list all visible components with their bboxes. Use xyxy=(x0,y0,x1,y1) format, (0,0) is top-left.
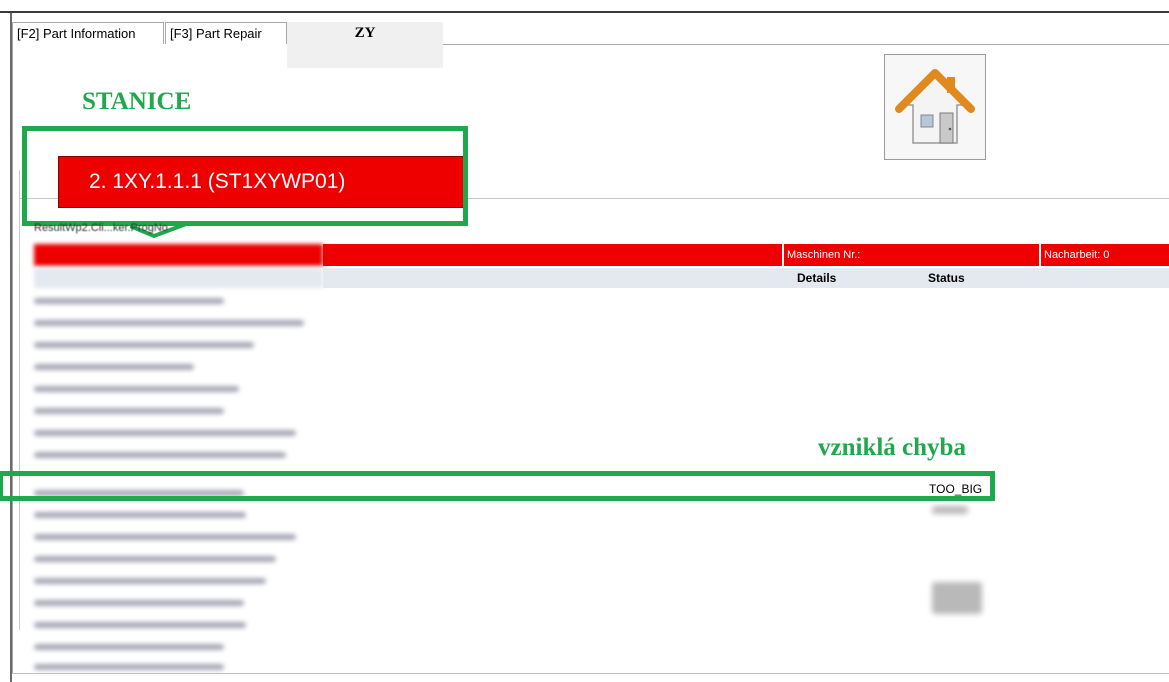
blurred-name-header xyxy=(34,268,323,288)
status-column-header[interactable]: Status xyxy=(925,268,1169,288)
list-item xyxy=(34,640,224,654)
list-item xyxy=(34,338,254,352)
list-item xyxy=(34,404,224,418)
list-item xyxy=(34,552,276,566)
machine-number-label: Maschinen Nr.: xyxy=(783,244,1039,266)
list-item xyxy=(34,618,246,632)
error-status-value: TOO_BIG xyxy=(929,482,983,496)
rework-count-label: Nacharbeit: 0 xyxy=(1040,244,1169,266)
station-highlight-box xyxy=(22,126,468,226)
list-item xyxy=(34,382,239,396)
blurred-status-value xyxy=(932,506,968,514)
details-column-header[interactable]: Details xyxy=(793,268,925,288)
list-item xyxy=(34,360,194,374)
error-annotation-label: vzniklá chyba xyxy=(818,434,966,461)
list-item xyxy=(34,660,224,674)
header-spacer xyxy=(323,268,793,288)
list-item xyxy=(34,508,246,522)
panel-bottom-border xyxy=(12,673,1169,674)
info-bar-spacer xyxy=(323,244,782,266)
result-label: ResultWp2.Cli...ker.ProgNo xyxy=(34,222,168,234)
window-top-border xyxy=(0,11,1169,13)
station-annotation-label: STANICE xyxy=(82,88,192,115)
home-icon xyxy=(895,69,975,144)
tab-part-repair[interactable]: [F3] Part Repair xyxy=(165,22,287,44)
groupbox-border-left xyxy=(19,170,20,630)
list-item xyxy=(34,426,296,440)
error-row-highlight-box xyxy=(0,471,995,501)
tab-part-information[interactable]: [F2] Part Information xyxy=(12,22,164,44)
blurred-info-cell xyxy=(34,244,323,266)
list-item xyxy=(34,448,286,462)
list-item xyxy=(34,316,304,330)
home-button[interactable] xyxy=(884,54,986,160)
blurred-status-value xyxy=(932,582,982,614)
list-item xyxy=(34,596,244,610)
list-item xyxy=(34,574,266,588)
list-item xyxy=(34,530,296,544)
list-item xyxy=(34,294,224,308)
